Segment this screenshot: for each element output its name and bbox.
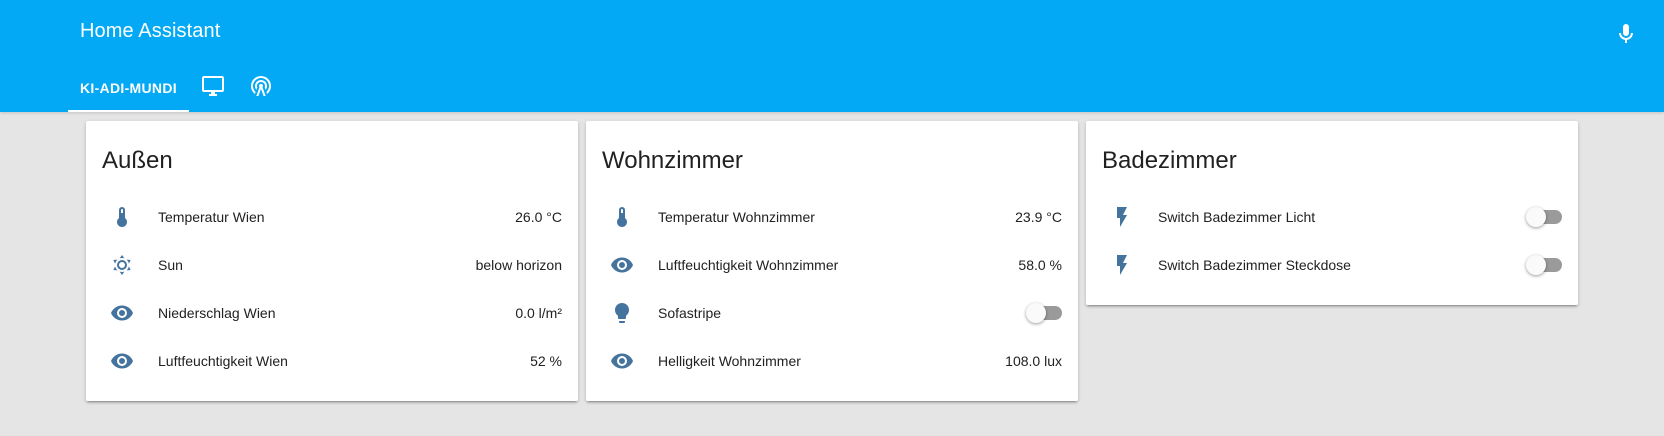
entity-state: below horizon [475,257,562,273]
entity-name: Sun [158,257,183,273]
toggle-knob [1026,303,1046,323]
view-tabs: KI-ADI-MUNDI [68,64,285,112]
sun-icon [102,245,142,285]
toggle-switch-badezimmer-steckdose[interactable] [1526,255,1562,275]
eye-icon [102,293,142,333]
toggle-switch-badezimmer-licht[interactable] [1526,207,1562,227]
radio-tower-icon [249,74,273,103]
toggle-knob [1526,207,1546,227]
entity-state: 26.0 °C [515,209,562,225]
monitor-icon [201,74,225,103]
entity-name: Niederschlag Wien [158,305,276,321]
entity-row-helligkeit-wohnzimmer[interactable]: Helligkeit Wohnzimmer 108.0 lux [602,337,1062,385]
microphone-icon[interactable] [1612,20,1640,48]
flash-icon [1102,245,1142,285]
eye-icon [102,341,142,381]
card-title: Wohnzimmer [602,147,743,174]
eye-icon [602,245,642,285]
entity-name: Temperatur Wien [158,209,265,225]
tab-monitor[interactable] [189,64,237,112]
entity-state: 0.0 l/m² [515,305,562,321]
entity-row-temperatur-wohnzimmer[interactable]: Temperatur Wohnzimmer 23.9 °C [602,193,1062,241]
entity-row-temperatur-wien[interactable]: Temperatur Wien 26.0 °C [102,193,562,241]
card-title: Außen [102,147,173,174]
app-header: Home Assistant KI-ADI-MUNDI [0,0,1664,112]
entity-name: Luftfeuchtigkeit Wien [158,353,288,369]
entity-name: Luftfeuchtigkeit Wohnzimmer [658,257,839,273]
entity-row-switch-badezimmer-licht[interactable]: Switch Badezimmer Licht [1102,193,1562,241]
flash-icon [1102,197,1142,237]
entity-name: Switch Badezimmer Licht [1158,209,1316,225]
card-badezimmer: Badezimmer Switch Badezimmer Licht Switc… [1086,121,1578,305]
lightbulb-icon [602,293,642,333]
thermometer-icon [102,197,142,237]
entity-row-sun[interactable]: Sun below horizon [102,241,562,289]
entity-name: Switch Badezimmer Steckdose [1158,257,1351,273]
app-title: Home Assistant [80,20,221,42]
eye-icon [602,341,642,381]
entity-row-luftfeuchtigkeit-wohnzimmer[interactable]: Luftfeuchtigkeit Wohnzimmer 58.0 % [602,241,1062,289]
entity-name: Temperatur Wohnzimmer [658,209,815,225]
card-title: Badezimmer [1102,147,1237,174]
tab-label: KI-ADI-MUNDI [80,80,177,96]
card-wohnzimmer: Wohnzimmer Temperatur Wohnzimmer 23.9 °C… [586,121,1078,401]
entity-name: Sofastripe [658,305,722,321]
entity-row-niederschlag-wien[interactable]: Niederschlag Wien 0.0 l/m² [102,289,562,337]
entity-row-switch-badezimmer-steckdose[interactable]: Switch Badezimmer Steckdose [1102,241,1562,289]
entity-row-luftfeuchtigkeit-wien[interactable]: Luftfeuchtigkeit Wien 52 % [102,337,562,385]
tab-ki-adi-mundi[interactable]: KI-ADI-MUNDI [68,64,189,112]
entity-name: Helligkeit Wohnzimmer [658,353,801,369]
entity-row-sofastripe[interactable]: Sofastripe [602,289,1062,337]
tab-radio-tower[interactable] [237,64,285,112]
toggle-switch-sofastripe[interactable] [1026,303,1062,323]
entity-state: 52 % [530,353,562,369]
card-aussen: Außen Temperatur Wien 26.0 °C Sun below … [86,121,578,401]
thermometer-icon [602,197,642,237]
entity-state: 108.0 lux [1005,353,1062,369]
entity-state: 23.9 °C [1015,209,1062,225]
entity-state: 58.0 % [1018,257,1062,273]
toggle-knob [1526,255,1546,275]
